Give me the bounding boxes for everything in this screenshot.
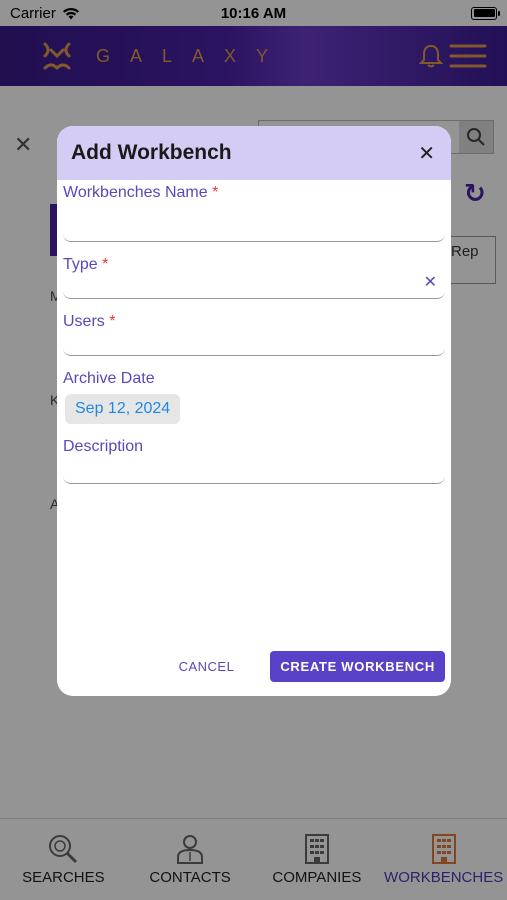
description-field: Description — [63, 438, 445, 484]
users-select[interactable] — [63, 331, 445, 356]
workbench-name-field: Workbenches Name * — [63, 180, 445, 242]
type-field: Type * ✕ — [63, 256, 445, 299]
required-mark: * — [212, 184, 219, 201]
cancel-button[interactable]: CANCEL — [179, 659, 235, 674]
users-field: Users * — [63, 313, 445, 356]
archive-date-field: Archive Date Sep 12, 2024 — [63, 370, 445, 424]
clear-icon[interactable]: ✕ — [424, 272, 437, 292]
field-label-text: Type — [63, 256, 98, 273]
required-mark: * — [102, 256, 109, 273]
workbench-name-input[interactable] — [63, 202, 445, 242]
field-label: Description — [63, 438, 144, 455]
modal-header: Add Workbench ✕ — [57, 126, 451, 180]
field-label-text: Users — [63, 313, 105, 330]
close-icon[interactable]: ✕ — [418, 141, 435, 166]
modal-title: Add Workbench — [71, 141, 232, 164]
type-select[interactable]: ✕ — [63, 274, 445, 299]
create-workbench-button[interactable]: CREATE WORKBENCH — [270, 651, 445, 682]
modal-body: Workbenches Name * Type * ✕ Users * Arch… — [57, 180, 451, 484]
field-label: Users * — [63, 313, 445, 331]
field-label: Type * — [63, 256, 445, 274]
modal-footer: CANCEL CREATE WORKBENCH — [179, 651, 445, 682]
archive-date-picker[interactable]: Sep 12, 2024 — [65, 394, 181, 424]
field-label: Archive Date — [63, 370, 155, 387]
add-workbench-dialog: Add Workbench ✕ Workbenches Name * Type … — [57, 126, 451, 696]
field-label-text: Workbenches Name — [63, 184, 208, 201]
description-input[interactable] — [63, 456, 445, 484]
field-label: Workbenches Name * — [63, 184, 445, 202]
required-mark: * — [109, 313, 116, 330]
